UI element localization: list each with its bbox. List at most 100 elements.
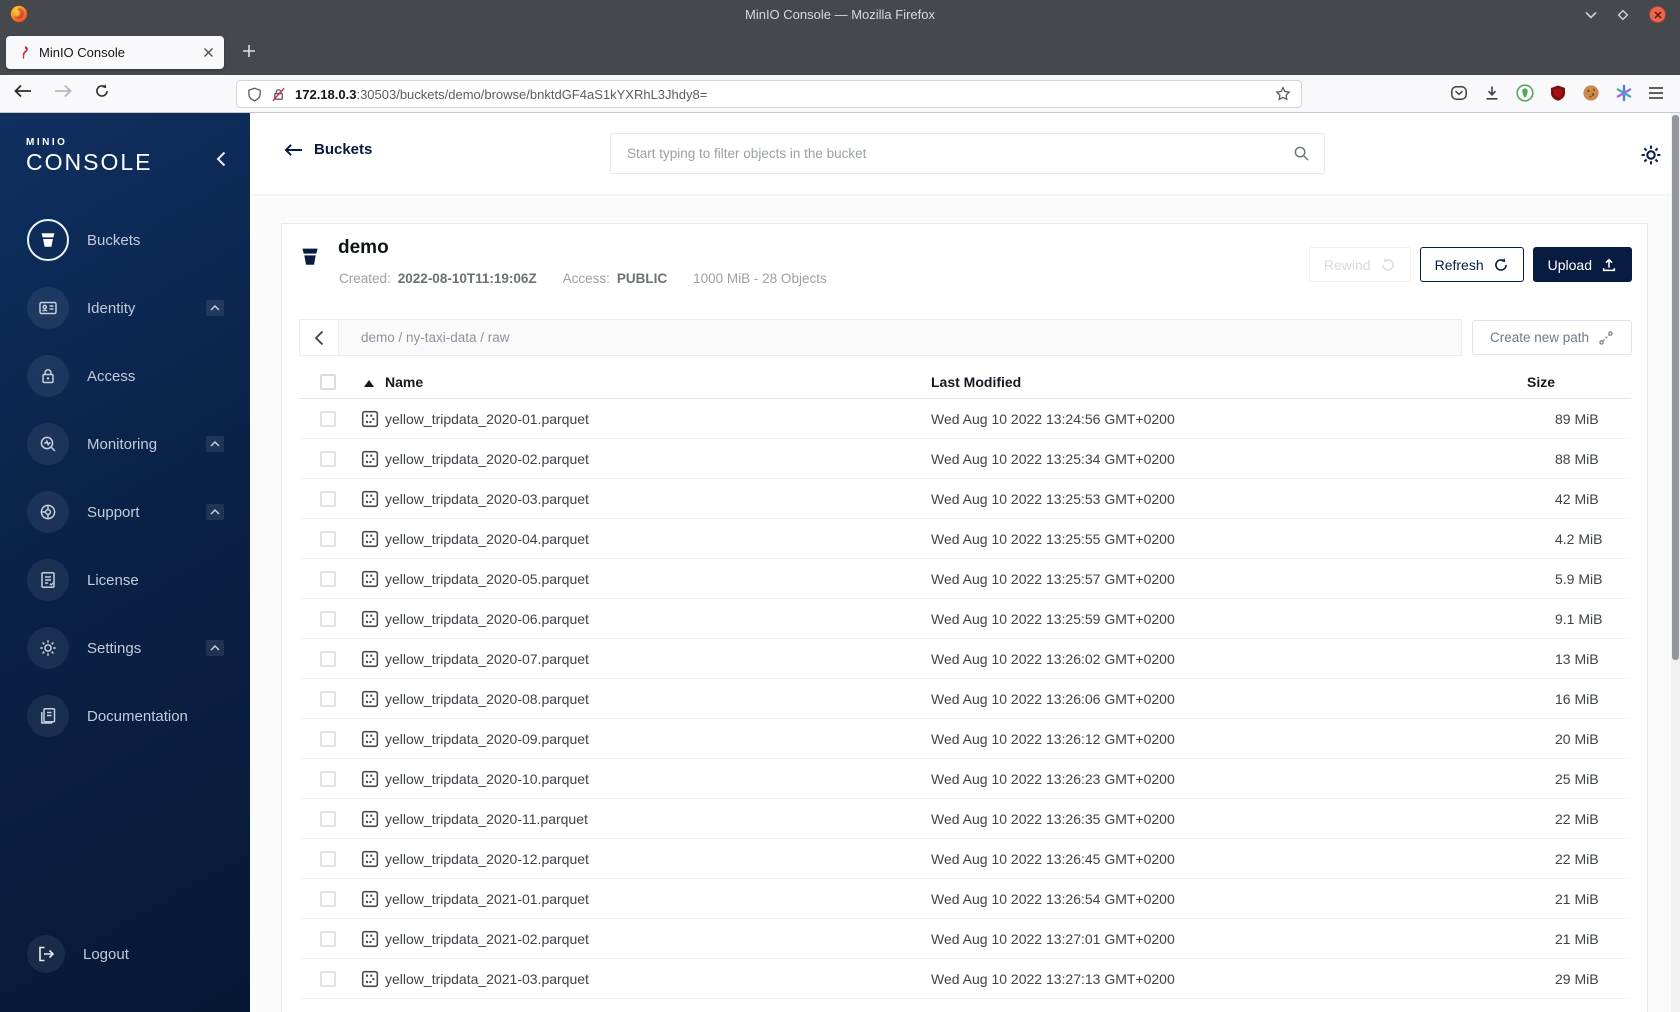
scrollbar-thumb[interactable] [1672, 115, 1679, 660]
table-row[interactable]: yellow_tripdata_2020-02.parquet Wed Aug … [298, 439, 1631, 479]
cookie-extension-icon[interactable] [1582, 84, 1600, 102]
ublock-shield-icon[interactable] [1549, 84, 1567, 102]
table-row[interactable]: yellow_tripdata_2020-01.parquet Wed Aug … [298, 399, 1631, 439]
sidebar-item-logout[interactable]: Logout [27, 935, 129, 973]
sort-asc-icon[interactable] [364, 374, 374, 390]
table-row[interactable]: yellow_tripdata_2020-05.parquet Wed Aug … [298, 559, 1631, 599]
table-row[interactable]: yellow_tripdata_2021-03.parquet Wed Aug … [298, 959, 1631, 999]
new-tab-button[interactable] [240, 42, 258, 60]
row-checkbox[interactable] [320, 770, 336, 787]
column-header-size: Size [1527, 373, 1556, 390]
object-name[interactable]: yellow_tripdata_2020-04.parquet [385, 531, 589, 547]
table-row[interactable]: yellow_tripdata_2020-10.parquet Wed Aug … [298, 759, 1631, 799]
table-row[interactable]: yellow_tripdata_2020-11.parquet Wed Aug … [298, 799, 1631, 839]
sidebar-item-support[interactable]: Support [0, 478, 250, 546]
table-row[interactable]: yellow_tripdata_2020-08.parquet Wed Aug … [298, 679, 1631, 719]
object-name[interactable]: yellow_tripdata_2020-02.parquet [385, 451, 589, 467]
sidebar-item-buckets[interactable]: Buckets [0, 206, 250, 274]
reload-button[interactable] [94, 83, 110, 99]
window-minimize-button[interactable] [1585, 11, 1597, 19]
object-name[interactable]: yellow_tripdata_2021-03.parquet [385, 971, 589, 987]
tab-minio-console[interactable]: MinIO Console [6, 36, 224, 69]
table-row[interactable]: yellow_tripdata_2020-12.parquet Wed Aug … [298, 839, 1631, 879]
table-row[interactable]: yellow_tripdata_2021-02.parquet Wed Aug … [298, 919, 1631, 959]
row-checkbox[interactable] [320, 610, 336, 627]
sidebar-item-identity[interactable]: Identity [0, 274, 250, 342]
chevron-up-icon[interactable] [206, 436, 224, 452]
row-checkbox[interactable] [320, 570, 336, 587]
create-new-path-button[interactable]: Create new path [1472, 320, 1632, 355]
row-checkbox[interactable] [320, 810, 336, 827]
back-button[interactable] [14, 84, 32, 98]
sidebar-nav: Buckets Identity Access Monitoring Suppo… [0, 206, 250, 750]
sidebar-item-monitoring[interactable]: Monitoring [0, 410, 250, 478]
settings-gear-icon[interactable] [1639, 143, 1663, 167]
sidebar-item-settings[interactable]: Settings [0, 614, 250, 682]
table-row[interactable]: yellow_tripdata_2020-06.parquet Wed Aug … [298, 599, 1631, 639]
row-checkbox[interactable] [320, 490, 336, 507]
row-checkbox[interactable] [320, 650, 336, 667]
logout-icon [27, 935, 65, 973]
object-name[interactable]: yellow_tripdata_2020-01.parquet [385, 411, 589, 427]
tab-close-icon[interactable] [203, 47, 214, 58]
column-header-name[interactable]: Name [385, 374, 423, 390]
row-checkbox[interactable] [320, 450, 336, 467]
object-size: 4.2 MiB [1555, 530, 1603, 547]
table-row[interactable]: yellow_tripdata_2020-03.parquet Wed Aug … [298, 479, 1631, 519]
row-checkbox[interactable] [320, 730, 336, 747]
path-back-chevron[interactable] [300, 320, 339, 355]
row-checkbox[interactable] [320, 970, 336, 987]
row-checkbox[interactable] [320, 930, 336, 947]
object-filter-input[interactable] [625, 145, 1293, 162]
extension-green-icon[interactable] [1516, 84, 1534, 102]
object-name[interactable]: yellow_tripdata_2020-11.parquet [385, 811, 588, 827]
bookmark-star-icon[interactable] [1275, 86, 1291, 102]
sidebar-collapse-icon[interactable] [216, 151, 226, 167]
chevron-up-icon[interactable] [206, 504, 224, 520]
sidebar-item-access[interactable]: Access [0, 342, 250, 410]
object-name[interactable]: yellow_tripdata_2020-05.parquet [385, 571, 589, 587]
object-name[interactable]: yellow_tripdata_2020-06.parquet [385, 611, 589, 627]
object-name[interactable]: yellow_tripdata_2020-09.parquet [385, 731, 589, 747]
table-row[interactable]: yellow_tripdata_2020-04.parquet Wed Aug … [298, 519, 1631, 559]
object-name[interactable]: yellow_tripdata_2020-08.parquet [385, 691, 589, 707]
asterisk-extension-icon[interactable] [1615, 84, 1633, 102]
rewind-button[interactable]: Rewind [1308, 247, 1411, 282]
forward-button[interactable] [54, 84, 72, 98]
object-name[interactable]: yellow_tripdata_2020-10.parquet [385, 771, 589, 787]
object-name[interactable]: yellow_tripdata_2020-03.parquet [385, 491, 589, 507]
row-checkbox[interactable] [320, 850, 336, 867]
menu-hamburger-icon[interactable] [1648, 86, 1664, 100]
object-name[interactable]: yellow_tripdata_2021-02.parquet [385, 931, 589, 947]
downloads-icon[interactable] [1483, 84, 1501, 102]
window-close-button[interactable] [1649, 6, 1666, 23]
sidebar-item-documentation[interactable]: Documentation [0, 682, 250, 750]
back-to-buckets[interactable]: Buckets [284, 141, 372, 158]
upload-button[interactable]: Upload [1532, 247, 1632, 282]
breadcrumb[interactable]: demo / ny-taxi-data / raw [361, 330, 510, 345]
insecure-lock-icon[interactable] [271, 87, 286, 102]
chevron-up-icon[interactable] [206, 300, 224, 316]
row-checkbox[interactable] [320, 530, 336, 547]
chevron-up-icon[interactable] [206, 640, 224, 656]
page-scrollbar[interactable] [1671, 113, 1680, 1012]
row-checkbox[interactable] [320, 690, 336, 707]
pocket-icon[interactable] [1450, 84, 1468, 102]
refresh-button[interactable]: Refresh [1419, 247, 1524, 282]
object-name[interactable]: yellow_tripdata_2020-07.parquet [385, 651, 589, 667]
sidebar-item-license[interactable]: License [0, 546, 250, 614]
object-name[interactable]: yellow_tripdata_2021-01.parquet [385, 891, 589, 907]
shield-icon[interactable] [247, 87, 262, 102]
table-row[interactable]: yellow_tripdata_2020-07.parquet Wed Aug … [298, 639, 1631, 679]
row-checkbox[interactable] [320, 890, 336, 907]
select-all-checkbox[interactable] [320, 373, 336, 390]
table-header-row: Name Last Modified Size [298, 365, 1631, 399]
object-name[interactable]: yellow_tripdata_2020-12.parquet [385, 851, 589, 867]
table-row[interactable]: yellow_tripdata_2021-01.parquet Wed Aug … [298, 879, 1631, 919]
row-checkbox[interactable] [320, 410, 336, 427]
table-row[interactable]: yellow_tripdata_2020-09.parquet Wed Aug … [298, 719, 1631, 759]
url-text[interactable]: 172.18.0.3:30503/buckets/demo/browse/bnk… [295, 87, 1267, 102]
buckets-icon [27, 219, 69, 261]
window-maximize-button[interactable] [1617, 9, 1629, 21]
url-bar[interactable]: 172.18.0.3:30503/buckets/demo/browse/bnk… [236, 80, 1302, 108]
